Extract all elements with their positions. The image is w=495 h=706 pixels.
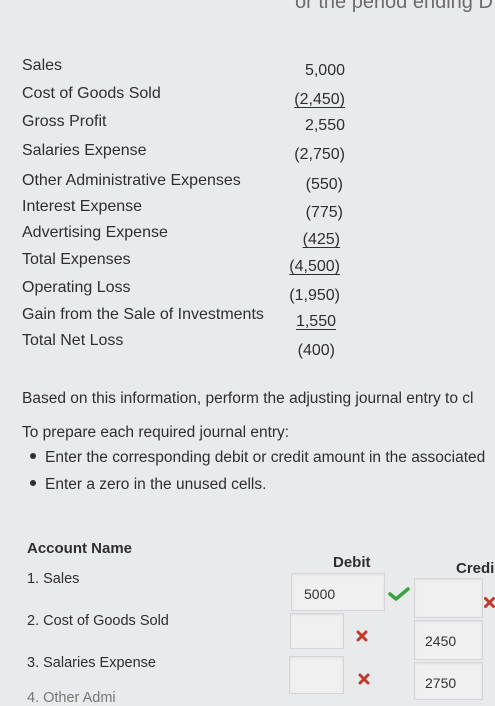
instruction-bullet: Enter a zero in the unused cells. bbox=[30, 476, 266, 494]
account-name-salaries: 3. Salaries Expense bbox=[27, 655, 156, 671]
credit-value: 2450 bbox=[425, 633, 457, 649]
bullet-icon bbox=[30, 452, 36, 459]
statement-row: Cost of Goods Sold (2,450) bbox=[0, 83, 495, 109]
statement-value: (4,500) bbox=[289, 258, 340, 275]
statement-row: Total Expenses (4,500) bbox=[0, 249, 495, 275]
debit-header: Debit bbox=[333, 554, 371, 571]
statement-row: Operating Loss (1,950) bbox=[0, 277, 495, 304]
statement-label: Other Administrative Expenses bbox=[22, 172, 241, 189]
statement-row: Interest Expense (775) bbox=[0, 196, 495, 222]
debit-input-sales[interactable]: 5000 bbox=[291, 573, 385, 611]
statement-row: Sales 5,000 bbox=[0, 55, 495, 81]
statement-label: Operating Loss bbox=[22, 279, 131, 296]
statement-label: Total Net Loss bbox=[22, 332, 124, 349]
statement-value: (425) bbox=[302, 231, 340, 248]
statement-row: Other Administrative Expenses (550) bbox=[0, 170, 495, 196]
statement-value: (2,750) bbox=[294, 146, 345, 163]
bullet-text: Enter the corresponding debit or credit … bbox=[45, 449, 486, 466]
statement-value: (400) bbox=[297, 342, 335, 359]
statement-value: (1,950) bbox=[289, 287, 340, 304]
debit-input-cogs[interactable] bbox=[290, 613, 344, 649]
statement-row: Advertising Expense (425) bbox=[0, 222, 495, 248]
cross-icon bbox=[484, 595, 495, 613]
statement-value: (2,450) bbox=[294, 91, 345, 108]
account-name-sales: 1. Sales bbox=[27, 571, 80, 587]
statement-label: Interest Expense bbox=[22, 198, 143, 215]
credit-input-sales[interactable] bbox=[414, 578, 483, 618]
statement-row: Gain from the Sale of Investments 1,550 bbox=[0, 304, 495, 330]
bullet-icon bbox=[30, 479, 36, 486]
statement-label: Cost of Goods Sold bbox=[22, 85, 161, 102]
statement-row: Salaries Expense (2,750) bbox=[0, 140, 495, 166]
credit-value: 2750 bbox=[425, 675, 457, 691]
cut-off-header-text: or the period ending D bbox=[295, 0, 493, 13]
statement-label: Salaries Expense bbox=[22, 142, 147, 159]
bullet-text: Enter a zero in the unused cells. bbox=[45, 476, 267, 493]
instruction-bullet: Enter the corresponding debit or credit … bbox=[30, 449, 485, 467]
statement-label: Gain from the Sale of Investments bbox=[22, 306, 264, 323]
instruction-text: Based on this information, perform the a… bbox=[22, 390, 474, 407]
credit-input-salaries[interactable]: 2750 bbox=[414, 662, 483, 700]
account-name-header: Account Name bbox=[27, 540, 133, 557]
statement-value: 2,550 bbox=[304, 117, 345, 134]
statement-label: Gross Profit bbox=[22, 113, 107, 130]
statement-label: Advertising Expense bbox=[22, 224, 168, 241]
credit-header: Credi bbox=[456, 560, 495, 577]
statement-value: 5,000 bbox=[304, 62, 345, 79]
statement-value: (550) bbox=[305, 176, 343, 193]
cross-icon bbox=[356, 629, 368, 647]
statement-row: Total Net Loss (400) bbox=[0, 330, 495, 359]
statement-label: Sales bbox=[22, 57, 63, 74]
account-name-cogs: 2. Cost of Goods Sold bbox=[27, 613, 169, 629]
debit-input-salaries[interactable] bbox=[289, 656, 344, 694]
check-icon bbox=[388, 587, 410, 606]
statement-label: Total Expenses bbox=[22, 251, 131, 268]
cross-icon bbox=[358, 672, 370, 690]
statement-value: 1,550 bbox=[295, 313, 336, 330]
statement-value: (775) bbox=[305, 204, 343, 221]
credit-input-cogs[interactable]: 2450 bbox=[414, 620, 483, 660]
statement-row: Gross Profit 2,550 bbox=[0, 111, 495, 137]
account-name-other-admin: 4. Other Admi bbox=[27, 690, 116, 706]
debit-value: 5000 bbox=[304, 586, 336, 602]
instruction-subtitle: To prepare each required journal entry: bbox=[22, 424, 290, 441]
